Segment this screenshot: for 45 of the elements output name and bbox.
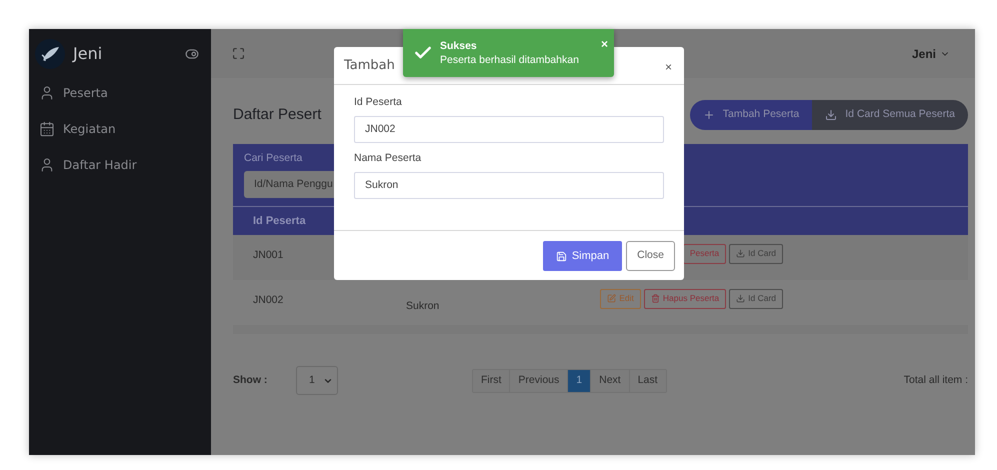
sidebar-item[interactable]: Kegiatan: [39, 118, 211, 140]
page-button[interactable]: Last: [628, 370, 666, 392]
close-button[interactable]: ×: [600, 35, 608, 53]
save-icon: [556, 250, 567, 262]
input-field[interactable]: Sukron: [354, 172, 664, 198]
page-button[interactable]: 1: [567, 370, 590, 392]
download-button[interactable]: Id Card Semua Peserta: [812, 100, 968, 130]
user-icon: [39, 157, 55, 173]
sidebar-item[interactable]: Peserta: [39, 82, 211, 104]
show-label: Show :: [233, 372, 268, 388]
download-icon: [736, 249, 746, 258]
edit-icon: [607, 294, 616, 304]
column-header: Id Peserta: [253, 214, 306, 228]
delete-button[interactable]: Hapus Peserta: [644, 288, 726, 309]
input-field[interactable]: JN002: [354, 116, 664, 143]
table-cell-text: JN002: [253, 292, 284, 308]
add-button[interactable]: Tambah Peserta: [690, 100, 812, 130]
brand-name: Jeni: [73, 42, 102, 64]
cancel-button[interactable]: Close: [626, 241, 675, 271]
calendar-icon: [39, 121, 55, 137]
download-icon: [736, 294, 746, 304]
toast-title: Sukses: [440, 39, 478, 53]
leaf-logo-icon: [35, 38, 65, 68]
idcard-button[interactable]: Id Card: [729, 288, 783, 309]
field-label: Nama Peserta: [354, 150, 422, 166]
show-select[interactable]: 1: [296, 366, 338, 395]
table-cell: Sukron: [406, 300, 440, 312]
download-icon: [825, 109, 838, 121]
save-button[interactable]: Simpan: [542, 241, 622, 271]
toast-message: Peserta berhasil ditambahkan: [440, 53, 579, 67]
close-button[interactable]: ×: [664, 58, 672, 76]
fullscreen-icon[interactable]: [232, 47, 245, 60]
trash-icon: [650, 294, 660, 304]
total-label: Total all item :: [904, 372, 968, 388]
sidebar-item[interactable]: Daftar Hadir: [39, 154, 211, 176]
user-menu[interactable]: Jeni: [912, 44, 950, 62]
toggle-icon[interactable]: [185, 46, 199, 60]
search-label: Cari Peserta: [244, 151, 302, 166]
idcard-button[interactable]: Id Card: [729, 244, 783, 264]
modal-title: Tambah: [344, 56, 395, 75]
page-title: Daftar Pesert: [233, 104, 322, 125]
plus-icon: [702, 109, 715, 121]
field-label: Id Peserta: [354, 95, 403, 110]
table-cell-text: JN001: [253, 248, 284, 263]
user-icon: [39, 85, 55, 101]
